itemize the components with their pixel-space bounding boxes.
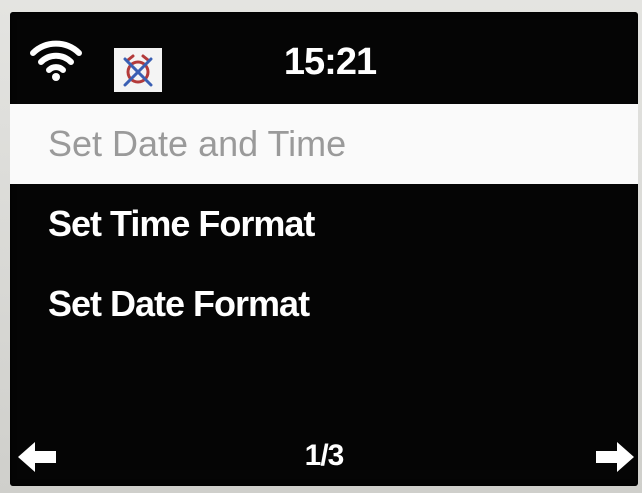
menu-item-set-time-format[interactable]: Set Time Format [10, 184, 638, 264]
navigation-bar: 1/3 [10, 426, 638, 486]
arrow-right-icon[interactable] [594, 440, 634, 474]
alarm-off-icon [114, 48, 162, 92]
clock-time: 15:21 [283, 41, 377, 83]
menu-item-set-date-and-time[interactable]: Set Date and Time [10, 104, 638, 184]
status-bar: 15:21 [10, 12, 638, 104]
arrow-left-icon[interactable] [18, 440, 58, 474]
menu-item-set-date-format[interactable]: Set Date Format [10, 264, 638, 344]
wifi-icon [30, 40, 82, 81]
device-bezel: 15:21 Set Date and Time Set Time Format … [0, 0, 642, 493]
menu-list: Set Date and Time Set Time Format Set Da… [10, 104, 638, 344]
display-screen: 15:21 Set Date and Time Set Time Format … [10, 12, 638, 486]
page-indicator: 1/3 [304, 439, 345, 472]
